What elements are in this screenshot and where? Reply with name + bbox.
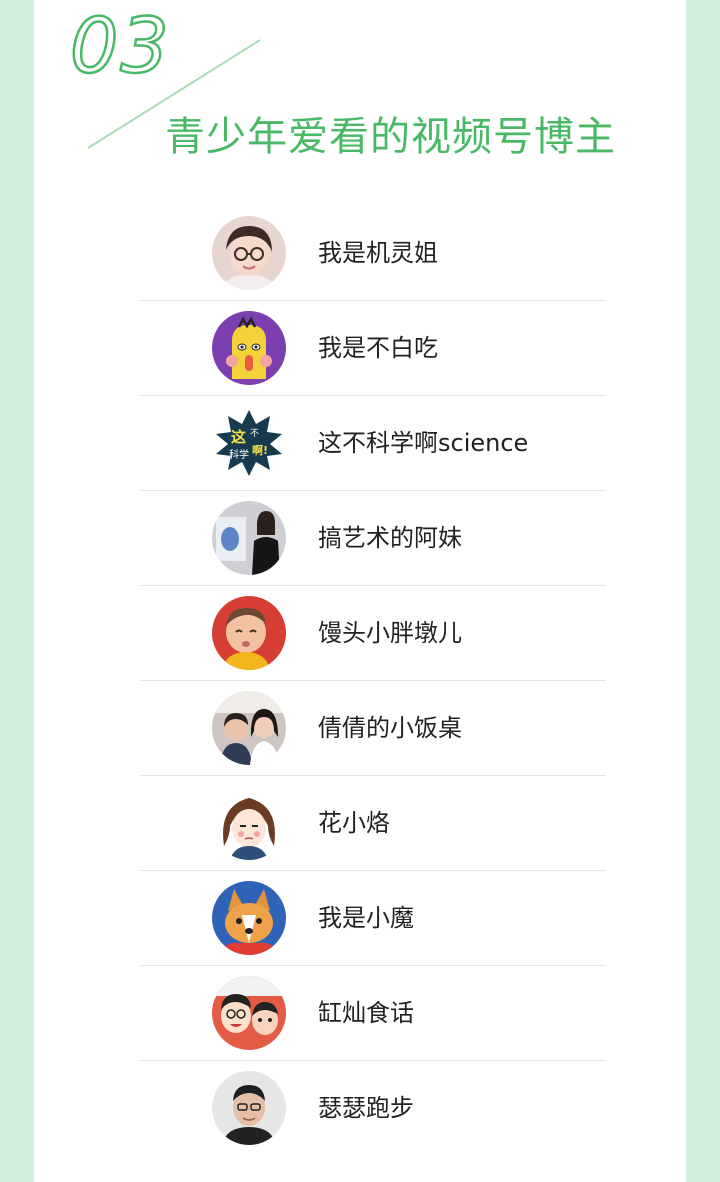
right-decor-band [686, 0, 720, 1182]
avatar-corgi-icon [212, 881, 286, 955]
blogger-item[interactable]: 搞艺术的阿妹 [140, 491, 606, 586]
blogger-name: 我是小魔 [318, 904, 414, 932]
blogger-name: 我是不白吃 [318, 334, 438, 362]
badge-char-4: 啊! [252, 444, 268, 457]
blogger-name: 馒头小胖墩儿 [318, 619, 462, 647]
blogger-name: 倩倩的小饭桌 [318, 714, 462, 742]
avatar-man-portrait-icon [212, 1071, 286, 1145]
avatar-two-cartoon-men-icon [212, 976, 286, 1050]
blogger-item[interactable]: 倩倩的小饭桌 [140, 681, 606, 776]
blogger-item[interactable]: 这 不 科学 啊! 这不科学啊science [140, 396, 606, 491]
blogger-item[interactable]: 我是小魔 [140, 871, 606, 966]
avatar-toddler-icon [212, 596, 286, 670]
avatar-girl-glasses-icon [212, 216, 286, 290]
blogger-item[interactable]: 花小烙 [140, 776, 606, 871]
blogger-item[interactable]: 缸灿食话 [140, 966, 606, 1061]
avatar-cartoon-girl-icon [212, 786, 286, 860]
avatar-mother-child-icon [212, 691, 286, 765]
blogger-item[interactable]: 我是不白吃 [140, 301, 606, 396]
blogger-name: 这不科学啊science [318, 429, 529, 457]
left-decor-band [0, 0, 34, 1182]
avatar-woman-painting-icon [212, 501, 286, 575]
avatar-science-badge-icon: 这 不 科学 啊! [212, 406, 286, 480]
blogger-name: 花小烙 [318, 809, 390, 837]
blogger-item[interactable]: 馒头小胖墩儿 [140, 586, 606, 681]
badge-char-1: 这 [231, 428, 246, 446]
badge-char-3: 科学 [229, 448, 249, 461]
blogger-name: 缸灿食话 [318, 999, 414, 1027]
avatar-cartoon-purple-icon [212, 311, 286, 385]
blogger-name: 我是机灵姐 [318, 239, 438, 267]
blogger-item[interactable]: 我是机灵姐 [140, 206, 606, 301]
blogger-list: 我是机灵姐 我是不白吃 这 不 科学 啊! 这不科学啊science 搞艺术的阿… [140, 206, 606, 1156]
section-title: 青少年爱看的视频号博主 [165, 114, 616, 160]
blogger-item[interactable]: 瑟瑟跑步 [140, 1061, 606, 1156]
badge-char-2: 不 [250, 428, 259, 439]
blogger-name: 搞艺术的阿妹 [318, 524, 462, 552]
blogger-name: 瑟瑟跑步 [318, 1094, 414, 1122]
